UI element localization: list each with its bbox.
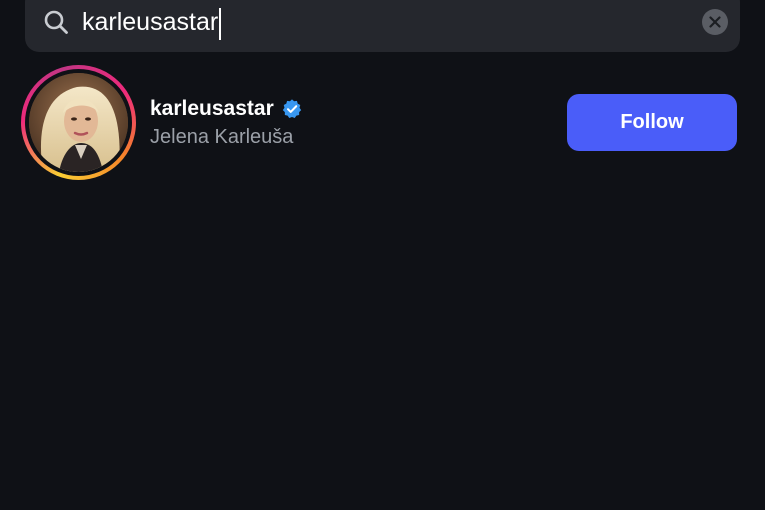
search-screen: karleusastar karleusastar Jelena Karleuš… bbox=[0, 0, 765, 510]
verified-badge-icon bbox=[281, 98, 303, 120]
search-bar[interactable]: karleusastar bbox=[25, 0, 740, 52]
text-caret bbox=[219, 8, 222, 40]
story-ring[interactable] bbox=[21, 65, 136, 180]
search-icon bbox=[43, 9, 69, 35]
follow-button[interactable]: Follow bbox=[567, 94, 737, 151]
search-input[interactable]: karleusastar bbox=[82, 6, 222, 40]
username[interactable]: karleusastar bbox=[150, 97, 274, 121]
username-line: karleusastar bbox=[150, 95, 303, 123]
full-name: Jelena Karleuša bbox=[150, 126, 294, 148]
user-info[interactable]: karleusastar Jelena Karleuša bbox=[150, 95, 303, 149]
close-icon bbox=[709, 16, 721, 28]
search-query: karleusastar bbox=[82, 8, 219, 36]
search-result-row[interactable]: karleusastar Jelena Karleuša Follow bbox=[0, 64, 765, 182]
clear-search-button[interactable] bbox=[702, 9, 728, 35]
avatar[interactable] bbox=[29, 73, 128, 172]
avatar-frame bbox=[25, 69, 132, 176]
